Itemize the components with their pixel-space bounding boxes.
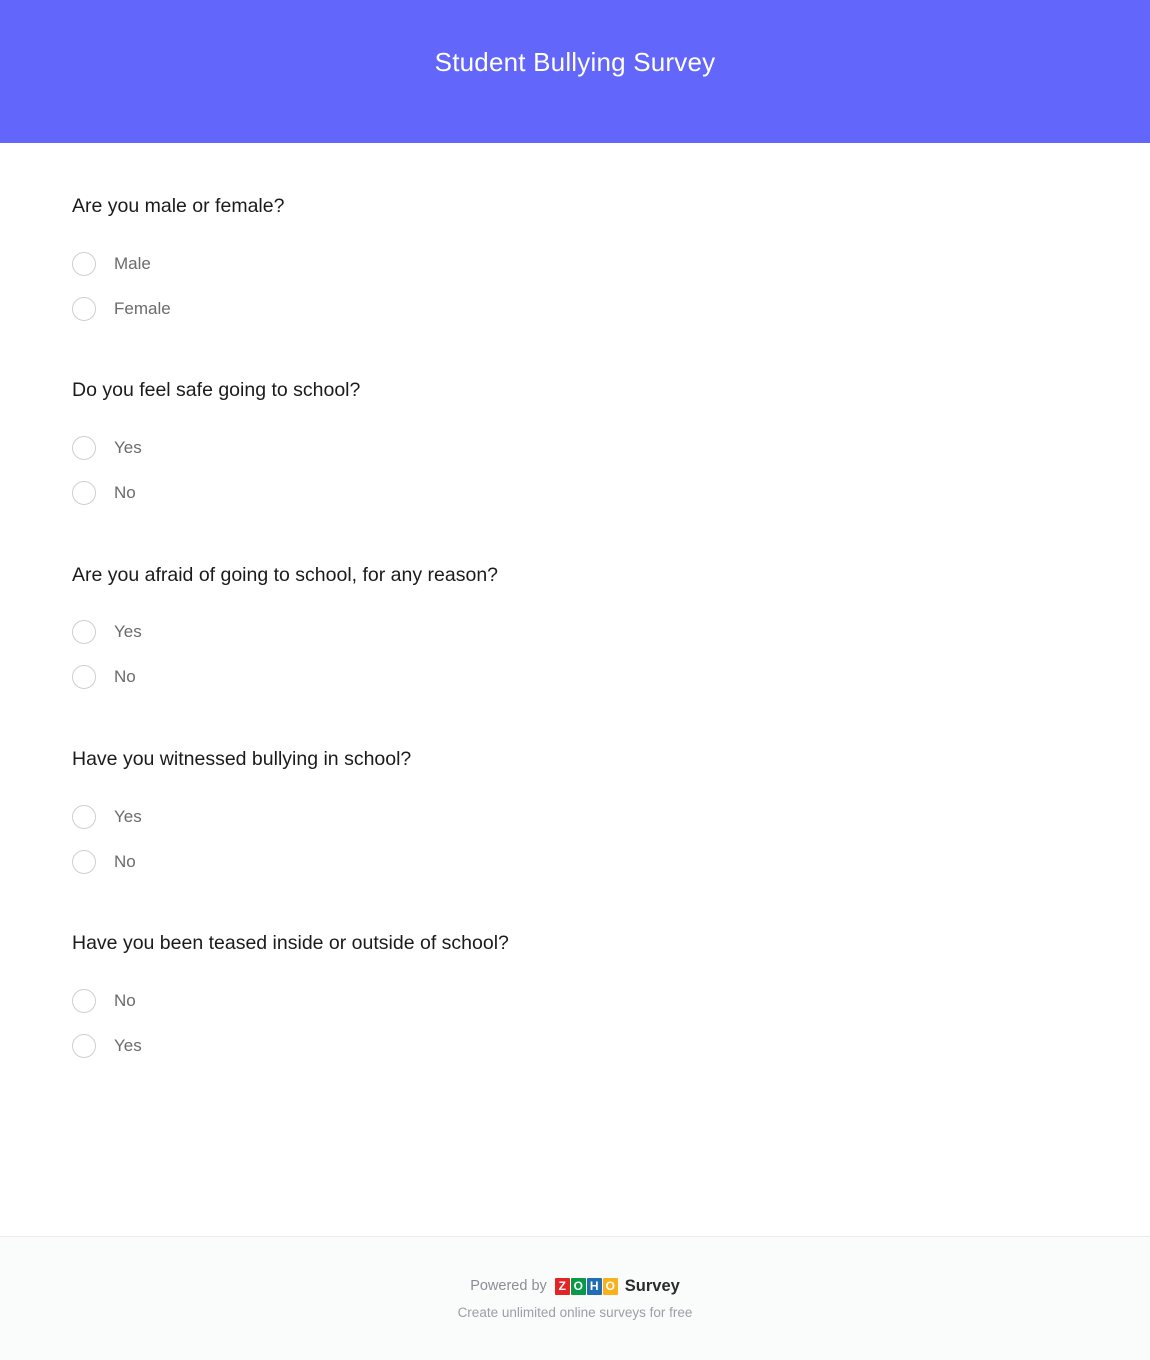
radio-button-icon[interactable]: [72, 296, 96, 321]
option-group: Yes No: [72, 610, 1078, 700]
radio-option-label: No: [114, 990, 136, 1010]
question-text: Are you afraid of going to school, for a…: [72, 563, 499, 586]
radio-button-icon[interactable]: [72, 804, 96, 829]
radio-option-label: Yes: [114, 437, 142, 457]
radio-button-icon[interactable]: [72, 989, 96, 1014]
option-group: Yes No: [72, 794, 1078, 884]
radio-option-label: Yes: [114, 622, 142, 642]
page-title: Student Bullying Survey: [434, 46, 716, 77]
radio-button-icon[interactable]: [72, 1034, 96, 1059]
question-block: Are you male or female? Male Female: [72, 143, 1078, 331]
question-block: Have you been teased inside or outside o…: [72, 884, 1078, 1068]
radio-option-label: No: [114, 482, 136, 502]
zoho-letter-o-second: O: [602, 1277, 618, 1295]
question-block: Do you feel safe going to school? Yes No: [72, 331, 1078, 515]
radio-button-icon[interactable]: [72, 620, 96, 645]
radio-option[interactable]: Female: [72, 286, 1078, 331]
radio-option[interactable]: No: [72, 471, 1078, 516]
option-group: Yes No: [72, 426, 1078, 516]
option-group: No Yes: [72, 979, 1078, 1069]
footer-tagline: Create unlimited online surveys for free: [457, 1304, 693, 1320]
radio-option-label: Yes: [114, 806, 142, 826]
radio-option[interactable]: Yes: [72, 610, 1078, 655]
survey-page: Student Bullying Survey Are you male or …: [0, 0, 1150, 1360]
powered-by-row: Powered by Z O H O Survey: [470, 1276, 680, 1295]
radio-option[interactable]: Male: [72, 241, 1078, 286]
question-text: Are you male or female?: [72, 195, 285, 217]
radio-option-label: Yes: [114, 1035, 142, 1055]
radio-option-label: No: [114, 667, 136, 687]
question-text: Have you witnessed bullying in school?: [72, 747, 412, 770]
radio-option-label: No: [114, 851, 136, 871]
radio-button-icon[interactable]: [72, 436, 96, 461]
zoho-letter-h: H: [586, 1277, 602, 1295]
radio-button-icon[interactable]: [72, 481, 96, 506]
zoho-logo-icon: Z O H O: [554, 1277, 618, 1295]
option-group: Male Female: [72, 241, 1078, 331]
question-text: Do you feel safe going to school?: [72, 379, 361, 402]
question-block: Have you witnessed bullying in school? Ye…: [72, 700, 1078, 884]
question-block: Are you afraid of going to school, for a…: [72, 516, 1078, 700]
question-text: Have you been teased inside or outside o…: [72, 932, 509, 955]
zoho-letter-o-first: O: [570, 1277, 586, 1295]
radio-option[interactable]: Yes: [72, 1024, 1078, 1069]
product-name-label: Survey: [624, 1276, 680, 1295]
radio-option[interactable]: No: [72, 979, 1078, 1024]
radio-option[interactable]: No: [72, 655, 1078, 700]
radio-button-icon[interactable]: [72, 251, 96, 276]
radio-option[interactable]: Yes: [72, 794, 1078, 839]
radio-button-icon[interactable]: [72, 665, 96, 690]
powered-by-label: Powered by: [470, 1277, 547, 1294]
radio-option-label: Female: [114, 298, 171, 318]
survey-header: Student Bullying Survey: [0, 0, 1150, 143]
radio-option[interactable]: Yes: [72, 426, 1078, 471]
survey-footer: Powered by Z O H O Survey Create unlimit…: [0, 1236, 1150, 1360]
radio-button-icon[interactable]: [72, 849, 96, 874]
radio-option[interactable]: No: [72, 839, 1078, 884]
zoho-letter-z: Z: [554, 1277, 570, 1295]
survey-questions-container: Are you male or female? Male Female Do you …: [0, 143, 1150, 1236]
radio-option-label: Male: [114, 253, 151, 273]
